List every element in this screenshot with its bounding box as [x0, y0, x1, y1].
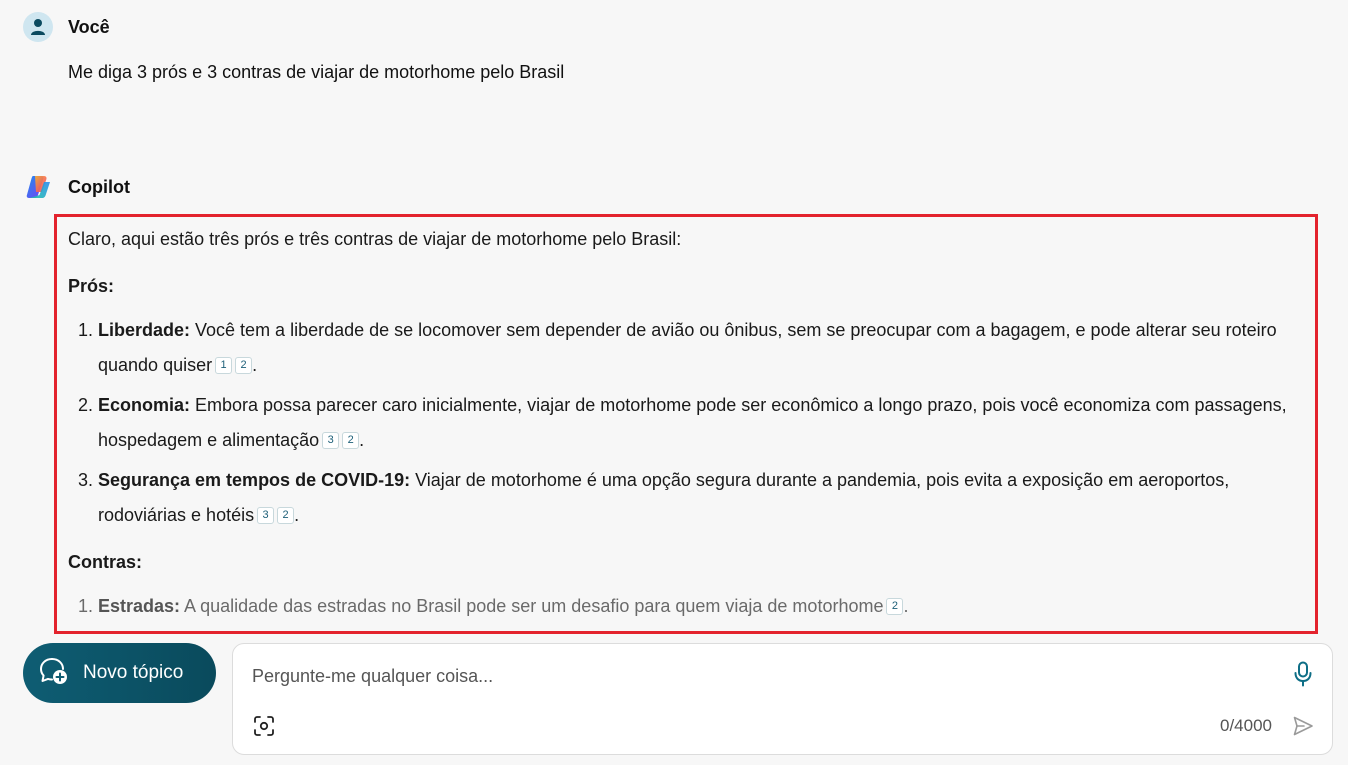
- period: .: [903, 596, 909, 616]
- person-icon: [23, 12, 53, 42]
- character-counter: 0/4000: [1220, 716, 1272, 735]
- new-topic-button[interactable]: Novo tópico: [23, 643, 216, 703]
- pros-title: Prós:: [68, 276, 115, 296]
- item-title: Estradas:: [98, 596, 181, 616]
- period: .: [359, 430, 365, 450]
- visual-search-icon[interactable]: [253, 715, 275, 737]
- citation-link[interactable]: 1: [215, 357, 233, 374]
- citation-link[interactable]: 2: [886, 598, 904, 615]
- citation-link[interactable]: 2: [235, 357, 253, 374]
- list-item: Liberdade: Você tem a liberdade de se lo…: [98, 313, 1305, 383]
- copilot-message-header: Copilot: [23, 172, 130, 202]
- new-topic-label: Novo tópico: [83, 662, 184, 683]
- list-item: Estradas: A qualidade das estradas no Br…: [98, 589, 1305, 624]
- list-item: Economia: Embora possa parecer caro inic…: [98, 388, 1305, 458]
- item-text: Você tem a liberdade de se locomover sem…: [98, 320, 1277, 375]
- citation-link[interactable]: 2: [342, 432, 360, 449]
- item-text: A qualidade das estradas no Brasil pode …: [180, 596, 884, 616]
- item-title: Liberdade:: [98, 320, 191, 340]
- user-message-text: Me diga 3 prós e 3 contras de viajar de …: [68, 62, 565, 82]
- pros-list: Liberdade: Você tem a liberdade de se lo…: [68, 313, 1305, 533]
- prompt-input[interactable]: [250, 658, 1254, 694]
- copilot-name: Copilot: [68, 176, 130, 197]
- copilot-answer: Claro, aqui estão três prós e três contr…: [68, 222, 1305, 629]
- citation-link[interactable]: 2: [277, 507, 295, 524]
- answer-intro: Claro, aqui estão três prós e três contr…: [68, 229, 682, 249]
- citation-link[interactable]: 3: [257, 507, 275, 524]
- item-title: Segurança em tempos de COVID-19:: [98, 470, 411, 490]
- cons-list: Estradas: A qualidade das estradas no Br…: [68, 589, 1305, 624]
- chat-input-box: 0/4000: [232, 643, 1333, 755]
- copilot-logo-icon: [23, 172, 53, 202]
- chat-add-icon: [39, 656, 69, 691]
- copilot-answer-highlight: Claro, aqui estão três prós e três contr…: [54, 214, 1318, 634]
- item-title: Economia:: [98, 395, 191, 415]
- cons-title: Contras:: [68, 552, 143, 572]
- list-item: Segurança em tempos de COVID-19: Viajar …: [98, 463, 1305, 533]
- citation-link[interactable]: 3: [322, 432, 340, 449]
- send-icon[interactable]: [1292, 715, 1314, 737]
- item-text: Embora possa parecer caro inicialmente, …: [98, 395, 1287, 450]
- period: .: [252, 355, 258, 375]
- microphone-icon[interactable]: [1291, 660, 1315, 688]
- period: .: [294, 505, 300, 525]
- chat-page: Você Me diga 3 prós e 3 contras de viaja…: [0, 0, 1348, 765]
- user-message-header: Você: [23, 12, 110, 42]
- user-name: Você: [68, 16, 110, 37]
